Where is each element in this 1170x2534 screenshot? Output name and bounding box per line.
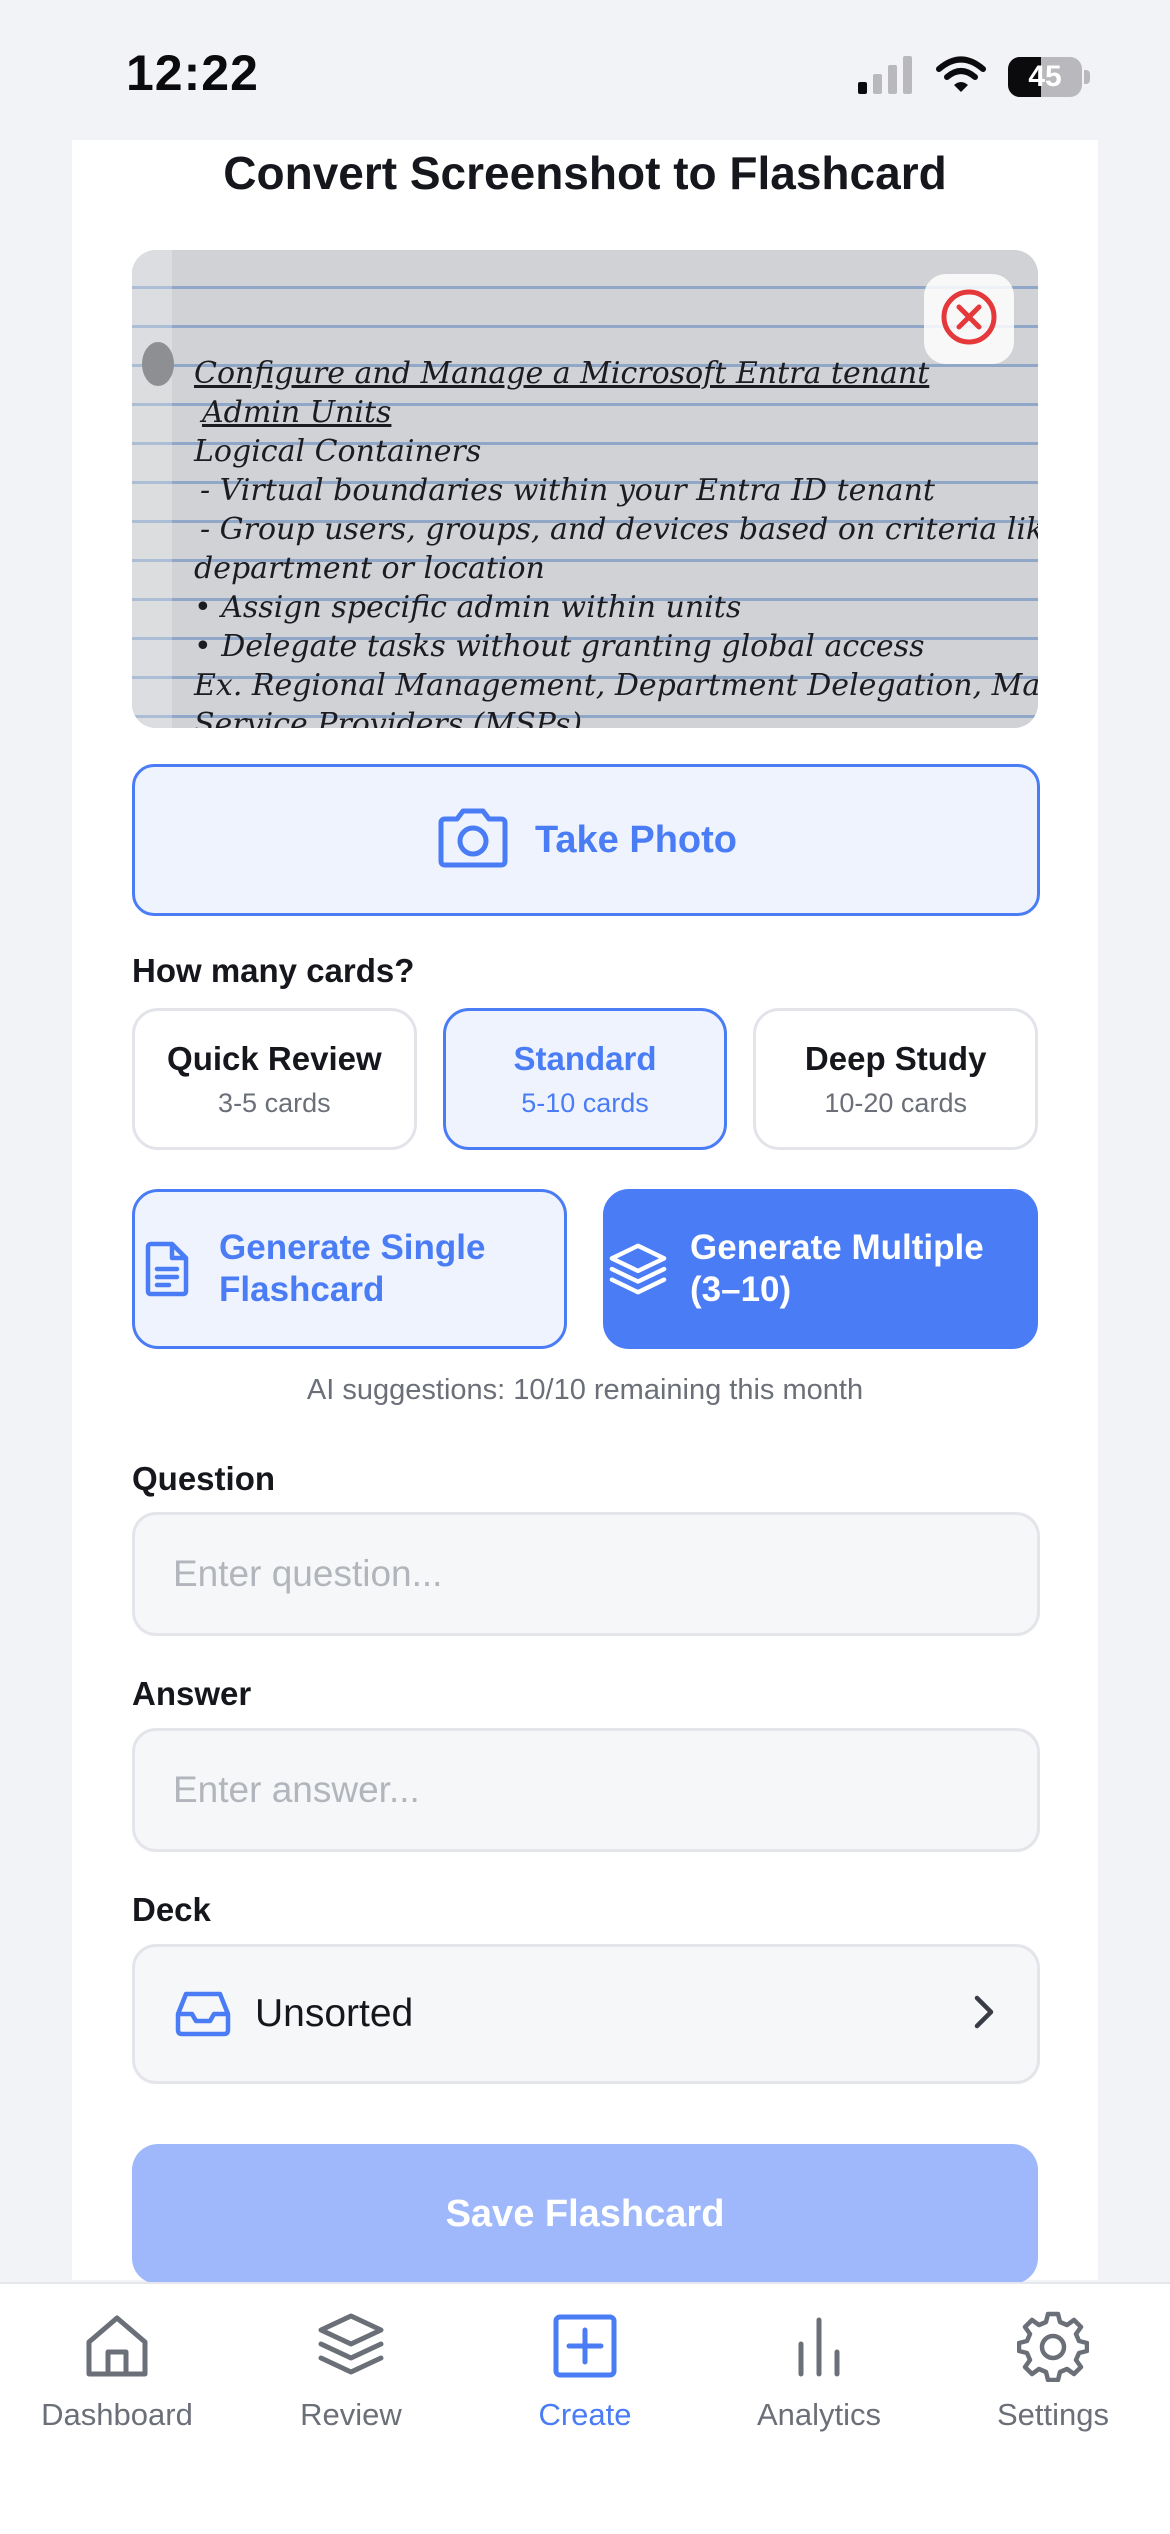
note-line: Logical Containers xyxy=(194,434,482,469)
home-icon xyxy=(81,2310,153,2387)
answer-input[interactable] xyxy=(135,1731,1037,1849)
battery-level: 45 xyxy=(1028,60,1062,93)
status-bar: 12:22 45 xyxy=(0,0,1170,140)
deck-label: Deck xyxy=(132,1891,211,1928)
tab-settings[interactable]: Settings xyxy=(936,2310,1170,2433)
question-field-wrapper xyxy=(132,1512,1040,1636)
page-title: Convert Screenshot to Flashcard xyxy=(223,147,947,199)
gear-icon xyxy=(1016,2310,1090,2387)
take-photo-label: Take Photo xyxy=(535,818,737,861)
deck-value: Unsorted xyxy=(255,1992,414,2035)
note-line: department or location xyxy=(194,551,545,586)
option-subtitle: 10-20 cards xyxy=(824,1087,967,1118)
option-subtitle: 3-5 cards xyxy=(218,1087,331,1118)
create-card-panel: Convert Screenshot to Flashcard Configur… xyxy=(72,140,1098,2284)
deck-selector[interactable]: Unsorted xyxy=(132,1944,1040,2084)
note-line: - Virtual boundaries within your Entra I… xyxy=(200,473,935,508)
card-count-label: How many cards? xyxy=(132,952,415,989)
chevron-right-icon xyxy=(971,1992,997,2037)
handwritten-notes: Configure and Manage a Microsoft Entra t… xyxy=(194,354,1038,728)
answer-field-wrapper xyxy=(132,1728,1040,1852)
binder-hole xyxy=(142,342,174,386)
save-flashcard-label: Save Flashcard xyxy=(445,2192,725,2235)
option-standard[interactable]: Standard 5-10 cards xyxy=(442,1008,728,1150)
note-line: Ex. Regional Management, Department Dele… xyxy=(194,668,1038,703)
generate-actions: Generate Single Flashcard Generate Multi… xyxy=(132,1189,1038,1349)
tab-label: Review xyxy=(300,2397,402,2432)
option-title: Standard xyxy=(513,1039,657,1077)
tab-review[interactable]: Review xyxy=(234,2310,468,2433)
tab-dashboard[interactable]: Dashboard xyxy=(0,2310,234,2433)
note-line: • Assign specific admin within units xyxy=(194,590,742,625)
generate-multiple-button[interactable]: Generate Multiple (3–10) xyxy=(603,1189,1038,1349)
note-line: • Delegate tasks without granting global… xyxy=(194,629,925,664)
generate-multiple-label: Generate Multiple (3–10) xyxy=(690,1228,984,1309)
status-time: 12:22 xyxy=(126,45,259,101)
note-line: - Group users, groups, and devices based… xyxy=(200,512,1038,547)
answer-label: Answer xyxy=(132,1675,252,1712)
close-circle-icon xyxy=(939,287,999,352)
inbox-icon xyxy=(173,1990,233,2038)
option-quick-review[interactable]: Quick Review 3-5 cards xyxy=(132,1008,417,1150)
note-line: Configure and Manage a Microsoft Entra t… xyxy=(194,356,930,391)
note-line: Admin Units xyxy=(202,395,392,430)
option-deep-study[interactable]: Deep Study 10-20 cards xyxy=(753,1008,1039,1150)
layers-icon xyxy=(608,1241,668,1297)
camera-icon xyxy=(435,807,511,874)
bottom-tab-bar: Dashboard Review Create Analytics Settin… xyxy=(0,2282,1170,2534)
take-photo-button[interactable]: Take Photo xyxy=(132,764,1040,916)
option-title: Deep Study xyxy=(804,1039,987,1077)
cellular-signal-icon xyxy=(858,55,914,99)
remove-photo-button[interactable] xyxy=(924,274,1014,364)
question-label: Question xyxy=(132,1460,276,1497)
tab-label: Settings xyxy=(996,2397,1109,2432)
document-icon xyxy=(137,1241,197,1297)
layers-icon xyxy=(315,2310,387,2387)
option-title: Quick Review xyxy=(167,1039,382,1077)
bar-chart-icon xyxy=(783,2310,855,2387)
screenshot-preview: Configure and Manage a Microsoft Entra t… xyxy=(132,250,1038,728)
generate-single-button[interactable]: Generate Single Flashcard xyxy=(132,1189,567,1349)
tab-analytics[interactable]: Analytics xyxy=(702,2310,936,2433)
ai-suggestions-remaining: AI suggestions: 10/10 remaining this mon… xyxy=(306,1374,864,1406)
question-input[interactable] xyxy=(135,1515,1037,1633)
option-subtitle: 5-10 cards xyxy=(521,1087,649,1118)
tab-label: Create xyxy=(538,2397,632,2432)
battery-icon: 45 xyxy=(1008,57,1090,97)
tab-label: Dashboard xyxy=(41,2397,193,2432)
tab-create[interactable]: Create xyxy=(468,2310,702,2433)
status-icons: 45 xyxy=(858,54,1090,100)
wifi-icon xyxy=(936,56,986,99)
card-count-options: Quick Review 3-5 cards Standard 5-10 car… xyxy=(132,1008,1039,1150)
generate-single-label: Generate Single Flashcard xyxy=(219,1228,486,1309)
tab-label: Analytics xyxy=(756,2397,882,2432)
save-flashcard-button[interactable]: Save Flashcard xyxy=(132,2144,1038,2284)
note-line: Service Providers (MSPs) xyxy=(194,707,583,728)
plus-square-icon xyxy=(549,2310,621,2387)
